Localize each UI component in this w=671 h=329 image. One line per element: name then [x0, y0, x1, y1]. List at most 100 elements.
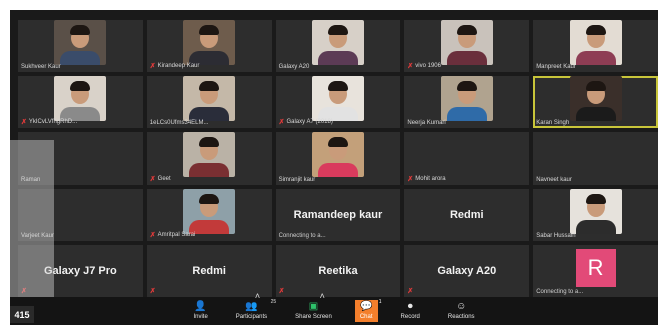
participant-hair [199, 25, 220, 35]
participant-name-tag: Neerja Kumari [407, 120, 445, 126]
participant-avatar: R [575, 248, 616, 287]
participant-display-name: Redmi [449, 208, 484, 221]
participant-video [311, 20, 364, 65]
participant-counter-badge: 415 [10, 306, 34, 323]
participant-tile[interactable]: Navneet kaur [533, 132, 658, 185]
participant-tile[interactable]: Sabar Hussain [533, 188, 658, 241]
participant-name-tag: Sukhveer Kaur [21, 64, 61, 70]
participant-tile[interactable]: ✗ Geet [146, 132, 272, 185]
mic-muted-icon: ✗ [149, 175, 156, 183]
participant-display-name: Redmi [192, 264, 226, 277]
participant-tile[interactable]: Redmi [404, 188, 530, 241]
participant-name: 1eLCs0Ufms34ELM... [149, 120, 209, 127]
mic-muted-icon: ✗ [149, 63, 156, 71]
participant-display-name: Ramandeep kaur [293, 208, 383, 221]
mic-muted-icon: ✗ [149, 288, 156, 295]
reactions-button[interactable]: ☺ Reactions [443, 300, 480, 322]
participant-display-name: Reetika [318, 264, 358, 277]
participant-name-tag: ✗ [279, 287, 285, 295]
participant-body [317, 163, 358, 178]
invite-label: Invite [193, 314, 208, 320]
participant-name-tag: ✗ Geet [150, 175, 171, 183]
participant-hair [70, 81, 91, 92]
participant-video [569, 20, 622, 65]
participant-hair [585, 25, 606, 35]
participant-tile[interactable]: ✗ Mohit arora [404, 132, 530, 185]
chat-unread-count: 1 [378, 299, 382, 305]
participant-body [446, 107, 487, 122]
participant-hair [199, 137, 220, 148]
participant-name: Karan Singh [536, 120, 570, 127]
participant-hair [327, 25, 348, 35]
participants-icon: 👥 [245, 301, 258, 312]
participant-name: Simranjit kaur [278, 176, 316, 183]
participant-name-tag: Navneet kaur [536, 177, 572, 183]
mic-muted-icon: ✗ [407, 175, 414, 183]
participant-tile[interactable]: Sukhveer Kaur [18, 20, 143, 73]
mic-muted-icon: ✗ [21, 119, 27, 127]
participant-hair [585, 81, 606, 92]
participant-name: Sabar Hussain [536, 232, 576, 239]
participant-video [569, 188, 622, 234]
participant-video [440, 76, 493, 122]
mic-muted-icon: ✗ [407, 288, 414, 295]
participant-tile[interactable]: ✗ Kirandeep Kaur [146, 20, 272, 73]
mic-muted-icon: ✗ [278, 119, 285, 127]
participant-tile[interactable]: Neerja Kumari [404, 76, 530, 129]
participant-name: Galaxy A20 [278, 64, 310, 71]
participant-name-tag: ✗ Kirandeep Kaur [150, 62, 200, 70]
participant-name-tag: Sabar Hussain [536, 233, 575, 239]
participant-tile[interactable]: Galaxy A20 ✗ [404, 244, 530, 297]
participant-tile[interactable]: Redmi ✗ [146, 244, 272, 297]
participant-body [60, 51, 101, 65]
zoom-meeting-window: Sukhveer Kaur ✗ Kirandeep Kaur Galaxy A20 ✗ v… [10, 10, 658, 325]
participants-button[interactable]: 👥 25 Participants ˄ [231, 291, 276, 322]
participant-tile[interactable]: Karan Singh [533, 76, 658, 129]
participant-tile[interactable]: Ramandeep kaur Connecting to a... [275, 188, 401, 241]
participant-hair [199, 81, 220, 92]
participant-video [183, 76, 236, 122]
mic-muted-icon: ✗ [149, 231, 156, 239]
participant-body [189, 163, 230, 178]
participant-tile[interactable]: 1eLCs0Ufms34ELM... [146, 76, 272, 129]
participant-tile[interactable]: Manpreet Kaur [533, 20, 658, 73]
participant-tile[interactable]: ✗ Galaxy A7 (2018) [275, 76, 401, 129]
mic-muted-icon: ✗ [407, 63, 414, 71]
participant-name: Kirandeep Kaur [157, 63, 200, 70]
participant-tile[interactable]: R Connecting to a... [533, 244, 658, 297]
participant-tile[interactable]: ✗ YkICvLVfhgRhD... [18, 76, 143, 129]
participant-tile[interactable]: ✗ Amritpal Sarai [146, 188, 272, 241]
participant-body [317, 51, 358, 65]
participant-tile[interactable]: Simranjit kaur [275, 132, 401, 185]
participant-hair [456, 25, 477, 35]
invite-button[interactable]: 👤 Invite [188, 300, 212, 322]
chevron-up-icon[interactable]: ˄ [320, 291, 325, 301]
share-screen-button[interactable]: ▣ Share Screen ˄ [290, 291, 337, 322]
participant-name-tag: ✗ Galaxy A7 (2018) [279, 118, 333, 126]
participant-hair [327, 137, 348, 148]
record-label: Record [400, 314, 420, 320]
chat-label: Chat [359, 314, 373, 320]
participant-tile[interactable]: ✗ vivo 1906 [404, 20, 530, 73]
participant-name-tag: ✗ Mohit arora [407, 175, 445, 183]
participant-body [575, 219, 616, 234]
participant-name: vivo 1906 [415, 63, 441, 70]
chevron-up-icon[interactable]: ˄ [255, 291, 260, 301]
participant-hair [199, 193, 220, 204]
participant-tile[interactable]: Galaxy A20 [275, 20, 401, 73]
participant-body [189, 107, 230, 122]
participant-tile[interactable]: Reetika ✗ [275, 244, 401, 297]
chat-button[interactable]: 💬 1 Chat [354, 299, 382, 322]
participant-name-tag: ✗ [150, 287, 156, 295]
participant-hair [327, 81, 348, 92]
participant-name-tag: ✗ Amritpal Sarai [150, 231, 196, 239]
participant-name: Navneet kaur [536, 176, 572, 183]
participant-name-tag: 1eLCs0Ufms34ELM... [150, 120, 209, 126]
connection-status: Connecting to a... [536, 289, 584, 295]
invite-icon: 👤 [194, 301, 207, 312]
record-button[interactable]: ⏺ Record [396, 300, 425, 322]
participant-video [54, 20, 107, 65]
participant-body [575, 107, 616, 122]
participant-name-tag: ✗ vivo 1906 [407, 62, 441, 70]
participant-body [575, 51, 616, 65]
